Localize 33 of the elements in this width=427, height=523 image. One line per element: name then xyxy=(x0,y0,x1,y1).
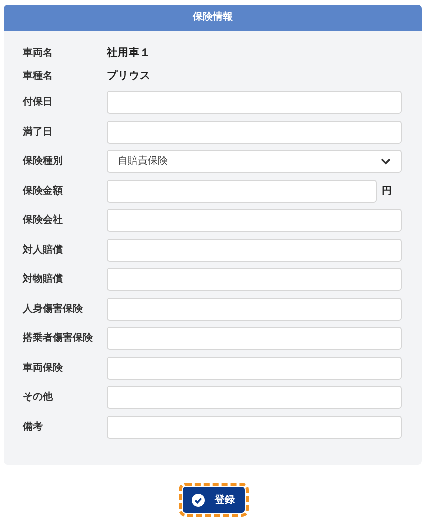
panel-title: 保険情報 xyxy=(4,5,422,31)
input-field[interactable] xyxy=(107,209,402,232)
field-label: 満了日 xyxy=(23,126,54,140)
field-label: 車種名 xyxy=(23,70,54,84)
field-label: 保険金額 xyxy=(23,184,64,198)
field-label: 保険種別 xyxy=(23,154,64,169)
register-button[interactable]: 登録 xyxy=(182,487,244,513)
input-field[interactable] xyxy=(107,416,402,438)
field-label: 搭乗者傷害保険 xyxy=(23,331,94,346)
field-label: 保険会社 xyxy=(23,214,64,228)
field-label: 車両保険 xyxy=(23,362,64,376)
field-label: 備考 xyxy=(23,420,44,434)
input-field[interactable] xyxy=(107,327,402,350)
input-field[interactable] xyxy=(107,386,402,409)
field-label: 対人賠償 xyxy=(23,243,64,258)
field-value: 社用車１ xyxy=(107,46,151,61)
select-field[interactable]: 自賠責保険 xyxy=(107,150,402,173)
chevron-down-icon xyxy=(381,158,391,165)
field-label: 人身傷害保険 xyxy=(23,302,84,316)
unit-label: 円 xyxy=(382,184,392,198)
check-circle-icon xyxy=(192,494,205,506)
input-field[interactable] xyxy=(107,180,377,202)
input-field[interactable] xyxy=(107,238,402,262)
field-value: プリウス xyxy=(107,68,151,84)
field-label: 対物賠償 xyxy=(23,272,64,287)
field-label: 付保日 xyxy=(23,96,54,110)
input-field[interactable] xyxy=(107,298,402,320)
input-field[interactable] xyxy=(107,120,402,144)
input-field[interactable] xyxy=(107,268,402,291)
field-label: その他 xyxy=(23,390,54,405)
field-label: 車両名 xyxy=(23,46,54,61)
input-field[interactable] xyxy=(107,356,402,380)
input-field[interactable] xyxy=(107,91,402,114)
